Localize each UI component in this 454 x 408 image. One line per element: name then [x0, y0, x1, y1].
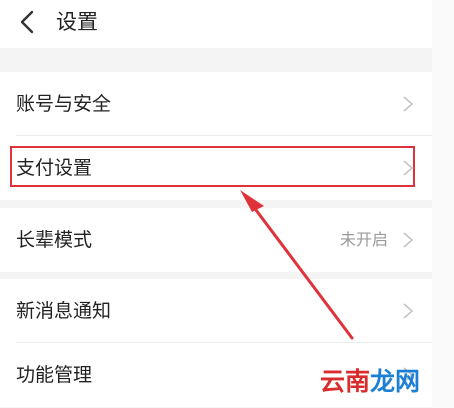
settings-item-value: 未开启 [339, 230, 388, 249]
right-edge-strip [432, 0, 454, 408]
watermark-text-blue: 龙网 [370, 367, 421, 396]
watermark-text-red: 云南 [320, 367, 371, 396]
settings-item-account-security[interactable]: 账号与安全 [0, 72, 432, 136]
settings-item-label: 新消息通知 [16, 300, 112, 322]
settings-item-elder-mode[interactable]: 长辈模式 未开启 [0, 208, 432, 272]
page-title: 设置 [56, 10, 98, 34]
settings-item-label: 账号与安全 [16, 93, 112, 115]
chevron-right-icon [403, 96, 414, 112]
chevron-right-icon [403, 303, 414, 319]
settings-item-label: 功能管理 [16, 364, 93, 386]
settings-item-label: 长辈模式 [16, 229, 93, 251]
back-chevron-icon[interactable] [16, 8, 40, 36]
highlight-box [10, 146, 415, 187]
settings-screen: 设置 账号与安全 支付设置 长辈模式 未开启 新消息通知 功能管理 [0, 0, 432, 408]
settings-item-notifications[interactable]: 新消息通知 [0, 279, 432, 343]
chevron-right-icon [403, 232, 414, 248]
top-bar: 设置 [0, 0, 432, 48]
watermark-logo: 云南龙网 [320, 362, 420, 398]
